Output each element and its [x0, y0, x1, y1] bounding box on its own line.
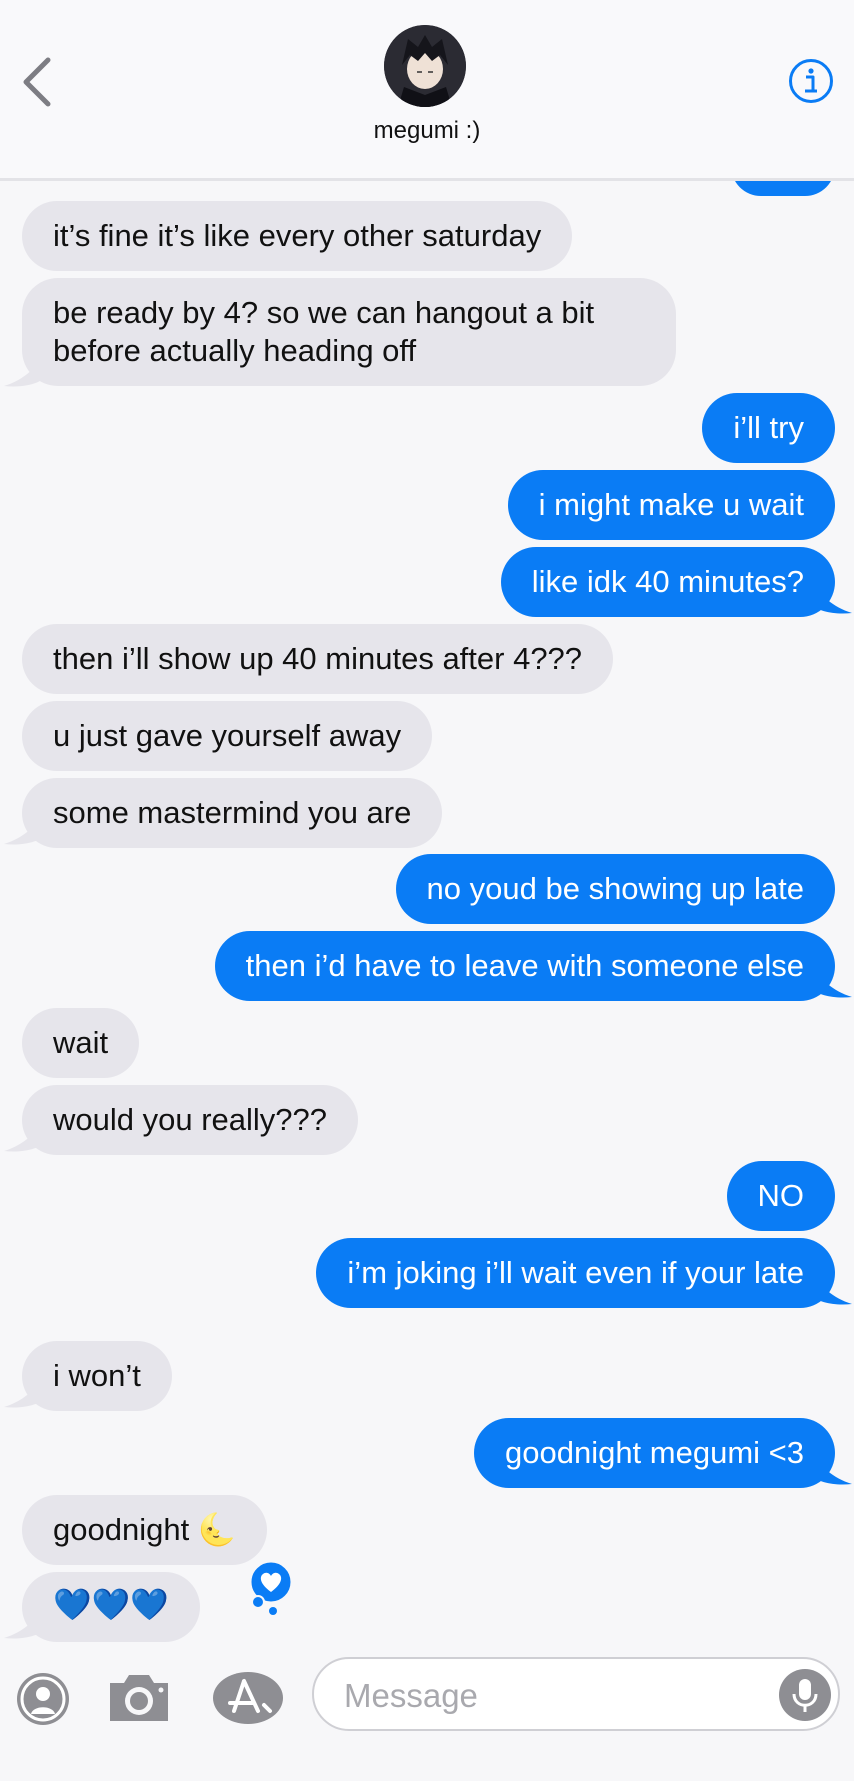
message-bubble-incoming[interactable]: then i’ll show up 40 minutes after 4???: [22, 624, 614, 694]
camera-icon[interactable]: [106, 1669, 172, 1725]
heart-icon[interactable]: [244, 1560, 300, 1616]
bubble-tail: [4, 1610, 44, 1639]
contact-name[interactable]: megumi :): [0, 117, 854, 145]
bubble-tail: [4, 1123, 44, 1152]
message-bubble-incoming[interactable]: would you really???: [22, 1085, 359, 1155]
bubble-tail: [812, 1276, 852, 1305]
bubble-tail: [4, 1379, 44, 1408]
message-bubble-incoming[interactable]: goodnight 🌜: [22, 1495, 268, 1565]
message-bubble-incoming[interactable]: be ready by 4? so we can hangout a bit b…: [22, 278, 676, 386]
message-bubble-incoming[interactable]: wait: [22, 1008, 140, 1078]
message-bubble-outgoing[interactable]: goodnight megumi <3: [473, 1418, 835, 1488]
message-bubble-incoming[interactable]: 💙💙💙: [22, 1572, 200, 1642]
bubble-tail: [812, 585, 852, 614]
message-input-placeholder: Message: [344, 1677, 478, 1714]
message-bubble-outgoing[interactable]: i’ll try: [702, 393, 835, 463]
message-bubble-incoming[interactable]: i won’t: [22, 1341, 172, 1411]
message-bubble-outgoing[interactable]: i might make u wait: [507, 470, 835, 540]
bubble-tail: [4, 358, 44, 387]
message-bubble-incoming[interactable]: some mastermind you are: [22, 778, 443, 848]
message-bubble-outgoing[interactable]: no youd be showing up late: [395, 854, 835, 924]
app-store-icon[interactable]: [212, 1671, 284, 1725]
microphone-icon[interactable]: [779, 1669, 831, 1721]
message-input[interactable]: Message: [312, 1657, 840, 1731]
message-bubble-outgoing[interactable]: NO: [726, 1161, 835, 1231]
avatar[interactable]: [384, 25, 466, 107]
conversation-header: megumi :): [0, 0, 854, 181]
message-bubble-outgoing[interactable]: i’m joking i’ll wait even if your late: [316, 1238, 835, 1308]
avatar-image: [384, 25, 466, 107]
bubble-tail: [812, 969, 852, 998]
bubble-tail: [4, 816, 44, 845]
chevron-left-icon[interactable]: [18, 54, 58, 110]
info-icon[interactable]: [788, 58, 834, 104]
message-bubble-incoming[interactable]: u just gave yourself away: [22, 701, 433, 771]
message-bubble-outgoing[interactable]: like idk 40 minutes?: [500, 547, 835, 617]
person-icon[interactable]: [16, 1672, 70, 1726]
message-bubble-outgoing[interactable]: then i’d have to leave with someone else: [214, 931, 835, 1001]
bubble-tail: [812, 1456, 852, 1485]
message-bubble-incoming[interactable]: it’s fine it’s like every other saturday: [22, 201, 573, 271]
